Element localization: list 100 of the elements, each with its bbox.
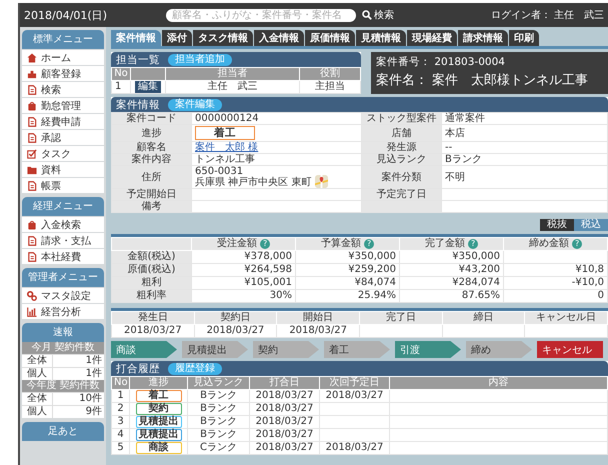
column-header: 進捗 bbox=[130, 376, 188, 390]
sidebar-item[interactable]: 請求・支払 bbox=[22, 232, 104, 248]
sidebar-item[interactable]: 経営分析 bbox=[22, 303, 104, 319]
case-number: 案件番号： 201803-0004 bbox=[376, 55, 506, 69]
field-value: -- bbox=[442, 142, 608, 154]
stats-group-title: 今年度 契約件数 bbox=[22, 380, 104, 392]
sidebar-item[interactable]: 本社経費 bbox=[22, 248, 104, 264]
tab[interactable]: 印刷 bbox=[509, 30, 539, 46]
table-cell: 1 bbox=[112, 80, 130, 94]
sidebar-item[interactable]: 経費申請 bbox=[22, 113, 104, 129]
stats-value: 9件 bbox=[84, 406, 103, 418]
column-header: 開始日 bbox=[276, 312, 360, 324]
field-label: 案件内容 bbox=[112, 154, 192, 166]
field-label: 顧客名 bbox=[112, 142, 192, 154]
table-cell: 87.65% bbox=[400, 290, 504, 302]
column-header: 締日 bbox=[442, 312, 525, 324]
column-header: 受注金額 bbox=[216, 238, 257, 249]
progress-step[interactable]: 締め bbox=[466, 341, 532, 358]
progress-step[interactable]: 商談 bbox=[111, 341, 177, 358]
table-cell: ¥43,200 bbox=[400, 264, 504, 276]
document-icon bbox=[27, 236, 37, 246]
document-icon bbox=[27, 132, 37, 142]
panel-title: 打合履歴 bbox=[116, 362, 160, 376]
tab[interactable]: 入金情報 bbox=[254, 30, 304, 46]
sidebar-item[interactable]: マスタ設定 bbox=[22, 287, 104, 303]
column-header: 完了金額 bbox=[424, 238, 465, 249]
tab[interactable]: 現場経費 bbox=[407, 30, 457, 46]
table-cell: 主担当 bbox=[300, 80, 360, 94]
field-label: 案件コード bbox=[112, 112, 192, 124]
table-cell: 2 bbox=[112, 402, 130, 416]
column-header: 発生日 bbox=[112, 312, 194, 324]
stats-group-title: 今月 契約件数 bbox=[22, 342, 104, 354]
progress-step[interactable]: 契約 bbox=[253, 341, 319, 358]
field-value: トンネル工事 bbox=[192, 154, 362, 166]
table-cell: 25.94% bbox=[296, 290, 400, 302]
column-header: 次回予定日 bbox=[320, 376, 390, 390]
tab[interactable]: 請求情報 bbox=[458, 30, 508, 46]
table-cell: -¥10,0 bbox=[504, 276, 608, 290]
field-label: 備考 bbox=[112, 200, 192, 212]
table-cell: ¥350,000 bbox=[400, 250, 504, 264]
folder-icon bbox=[27, 164, 37, 174]
address-line: 兵庫県 神戸市中央区 東町 bbox=[195, 177, 312, 188]
sidebar-item[interactable]: 顧客登録 bbox=[22, 65, 104, 81]
field-value: 本店 bbox=[442, 124, 608, 142]
progress-step[interactable]: 着工 bbox=[324, 341, 390, 358]
table-cell: Bランク bbox=[188, 416, 250, 428]
map-icon[interactable] bbox=[315, 175, 328, 188]
table-cell: ¥105,001 bbox=[192, 276, 296, 290]
sidebar-item[interactable]: 帳票 bbox=[22, 177, 104, 193]
column-header: No bbox=[112, 68, 130, 80]
sidebar-item[interactable]: 資料 bbox=[22, 161, 104, 177]
edit-button[interactable]: 編集 bbox=[135, 81, 161, 93]
column-header: 予算金額 bbox=[320, 238, 361, 249]
column-header: 見込ランク bbox=[188, 376, 250, 390]
sidebar-item[interactable]: ホーム bbox=[22, 49, 104, 65]
search-field[interactable]: 顧客名・ふりがな・案件番号・案件名 bbox=[166, 8, 356, 22]
tab[interactable]: 添付 bbox=[162, 30, 192, 46]
tab[interactable]: 見積情報 bbox=[356, 30, 406, 46]
column-header: 内容 bbox=[390, 376, 608, 390]
table-cell: 30% bbox=[192, 290, 296, 302]
table-cell: 1 bbox=[112, 390, 130, 402]
panel-title: 案件情報 bbox=[116, 98, 160, 112]
progress-step[interactable]: 引渡 bbox=[395, 341, 461, 358]
table-cell: 2018/03/27 bbox=[276, 324, 360, 338]
tab[interactable]: 原価情報 bbox=[305, 30, 355, 46]
progress-step[interactable]: 見積提出 bbox=[182, 341, 248, 358]
status-badge: 見積提出 bbox=[136, 429, 182, 441]
field-value: 不明 bbox=[442, 166, 608, 188]
sidebar-item[interactable]: 検索 bbox=[22, 81, 104, 97]
tax-toggle[interactable]: 税抜 bbox=[540, 219, 574, 231]
menu-header: 管理者メニュー bbox=[22, 268, 104, 287]
bag-icon bbox=[27, 100, 37, 110]
tab[interactable]: タスク情報 bbox=[193, 30, 253, 46]
sidebar-item[interactable]: 承認 bbox=[22, 129, 104, 145]
sidebar-item[interactable]: 勤怠管理 bbox=[22, 97, 104, 113]
bar-chart-icon bbox=[27, 306, 37, 316]
table-cell: 2018/03/27 bbox=[250, 416, 320, 428]
row-label: 粗利率 bbox=[112, 290, 192, 302]
field-label: 住所 bbox=[112, 166, 192, 188]
tab[interactable]: 案件情報 bbox=[111, 30, 161, 46]
search-icon bbox=[362, 10, 372, 20]
house-icon bbox=[27, 52, 37, 62]
field-label: 予定開始日 bbox=[112, 188, 192, 200]
field-value: 0000000124 bbox=[192, 112, 362, 124]
table-cell: 5 bbox=[112, 442, 130, 454]
cancel-button[interactable]: キャンセル bbox=[537, 341, 603, 358]
panel-title: 担当一覧 bbox=[116, 52, 160, 66]
table-cell: ¥350,000 bbox=[296, 250, 400, 264]
menu-header: 経理メニュー bbox=[22, 197, 104, 216]
checkbox-icon bbox=[27, 148, 37, 158]
table-cell: Bランク bbox=[188, 402, 250, 416]
table-cell: ¥284,074 bbox=[400, 276, 504, 290]
sidebar-item[interactable]: タスク bbox=[22, 145, 104, 161]
table-cell: 2018/03/27 bbox=[320, 442, 390, 454]
sidebar-item[interactable]: 入金検索 bbox=[22, 216, 104, 232]
table-cell: 2018/03/27 bbox=[250, 442, 320, 454]
table-cell: 4 bbox=[112, 428, 130, 442]
tax-toggle[interactable]: 税込 bbox=[574, 219, 608, 231]
search-button[interactable]: 検索 bbox=[362, 8, 394, 22]
column-header: 役割 bbox=[300, 68, 360, 80]
